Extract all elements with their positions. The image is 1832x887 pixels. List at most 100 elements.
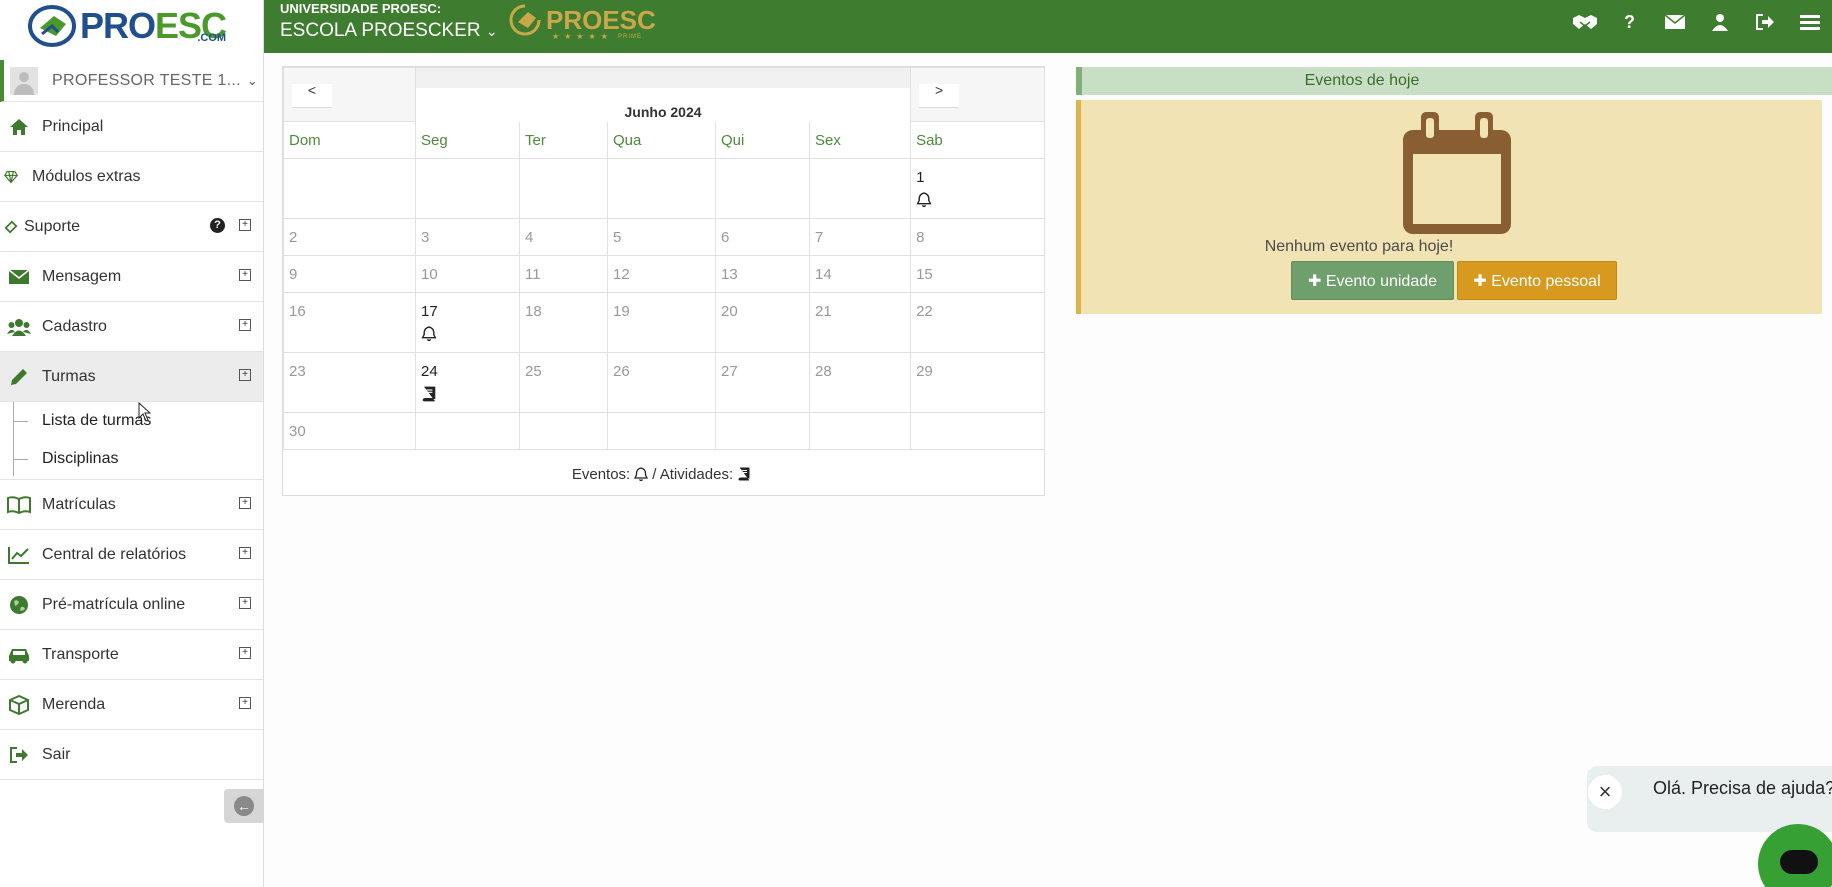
calendar-empty-cell [715, 158, 810, 219]
month-title-cell: Junho 2024 [414, 67, 912, 122]
help-icon[interactable]: ? [1607, 12, 1652, 33]
calendar-icon [1403, 112, 1511, 234]
sidebar-item-transporte[interactable]: Transporte + [0, 630, 263, 680]
menu-icon[interactable] [1787, 14, 1832, 30]
calendar-day[interactable]: 1 [910, 158, 1046, 219]
calendar-day[interactable]: 12 [607, 255, 716, 293]
sidebar-item-matriculas[interactable]: Matrículas + [0, 480, 263, 530]
chat-launcher-button[interactable] [1758, 824, 1832, 887]
user-menu[interactable]: PROFESSOR TESTE 1... ⌄ [0, 60, 263, 102]
weekday: Sab [910, 121, 1046, 159]
chat-close-button[interactable]: × [1588, 775, 1622, 809]
calendar-empty-cell [415, 158, 520, 219]
logout-icon [6, 746, 32, 764]
sidebar-item-mensagem[interactable]: Mensagem + [0, 252, 263, 302]
sidebar-item-turmas[interactable]: Turmas + [0, 352, 263, 402]
calendar-week: 30 [283, 412, 1046, 450]
day-number: 16 [289, 303, 306, 320]
expand-icon[interactable]: + [239, 269, 251, 281]
calendar-day[interactable]: 26 [607, 352, 716, 413]
calendar-day[interactable]: 4 [519, 218, 608, 256]
month-title: Junho 2024 [416, 88, 911, 122]
calendar-day[interactable]: 5 [607, 218, 716, 256]
sidebar-item-label: Suporte [24, 217, 81, 235]
calendar-day[interactable]: 13 [715, 255, 810, 293]
add-personal-event-button[interactable]: ✚ Evento pessoal [1457, 261, 1617, 300]
envelope-icon[interactable] [1652, 14, 1697, 30]
book-icon [738, 467, 750, 481]
mouse-cursor-icon [138, 402, 152, 422]
calendar-day[interactable]: 7 [808, 218, 912, 256]
calendar-day[interactable]: 21 [808, 292, 912, 353]
chat-prompt[interactable]: Olá. Precisa de ajuda? [1587, 766, 1832, 832]
calendar-header: < Junho 2024 > [283, 67, 1046, 122]
calendar-day[interactable]: 20 [715, 292, 810, 353]
calendar-day[interactable]: 10 [415, 255, 520, 293]
handshake-icon[interactable] [1562, 13, 1607, 31]
expand-icon[interactable]: + [239, 547, 251, 559]
day-number: 20 [721, 303, 738, 320]
day-number: 2 [289, 229, 298, 246]
calendar-day[interactable]: 11 [519, 255, 608, 293]
calendar-day[interactable]: 24 [415, 352, 520, 413]
calendar-day[interactable]: 28 [808, 352, 912, 413]
weekday: Qua [607, 121, 716, 159]
calendar-day[interactable]: 8 [910, 218, 1046, 256]
calendar-day[interactable]: 23 [283, 352, 416, 413]
chevron-down-icon: ⌄ [485, 23, 498, 39]
sidebar-item-merenda[interactable]: Merenda + [0, 680, 263, 730]
expand-icon[interactable]: + [239, 219, 251, 231]
calendar-day[interactable]: 22 [910, 292, 1046, 353]
logout-icon[interactable] [1742, 13, 1787, 31]
calendar-empty-cell [808, 412, 912, 450]
calendar-day[interactable]: 9 [283, 255, 416, 293]
day-number: 11 [525, 266, 541, 283]
calendar-day[interactable]: 3 [415, 218, 520, 256]
expand-icon[interactable]: + [239, 697, 251, 709]
sidebar-item-principal[interactable]: Principal [0, 102, 263, 152]
expand-icon[interactable]: + [239, 597, 251, 609]
calendar-day[interactable]: 29 [910, 352, 1046, 413]
day-number: 13 [721, 266, 738, 283]
calendar-day[interactable]: 14 [808, 255, 912, 293]
calendar-day[interactable]: 27 [715, 352, 810, 413]
sub-item-lista-de-turmas[interactable]: Lista de turmas [0, 402, 263, 440]
collapse-sidebar-button[interactable]: ← [224, 789, 264, 823]
calendar-empty-cell [519, 412, 608, 450]
sidebar-item-label: Principal [42, 117, 104, 135]
user-icon[interactable] [1697, 13, 1742, 31]
calendar-day[interactable]: 17 [415, 292, 520, 353]
calendar-day[interactable]: 18 [519, 292, 608, 353]
book-icon [422, 386, 436, 402]
calendar-day[interactable]: 15 [910, 255, 1046, 293]
logo-mark-icon [28, 5, 76, 47]
calendar-empty-cell [715, 412, 810, 450]
expand-icon[interactable]: + [239, 369, 251, 381]
calendar-day[interactable]: 30 [283, 412, 416, 450]
sidebar-item-cadastro[interactable]: Cadastro + [0, 302, 263, 352]
calendar-day[interactable]: 25 [519, 352, 608, 413]
calendar-day[interactable]: 6 [715, 218, 810, 256]
chevron-down-icon: ⌄ [246, 72, 258, 88]
calendar-day[interactable]: 19 [607, 292, 716, 353]
sidebar-item-suporte[interactable]: Suporte ? + [0, 202, 263, 252]
day-number: 30 [289, 423, 306, 440]
add-unit-event-button[interactable]: ✚ Evento unidade [1291, 261, 1454, 300]
sidebar-item-modulos-extras[interactable]: Módulos extras [0, 152, 263, 202]
sidebar-item-label: Matrículas [42, 495, 116, 513]
expand-icon[interactable]: + [239, 319, 251, 331]
help-icon[interactable]: ? [210, 218, 225, 233]
proesc-logo[interactable]: PROESC .COM [0, 0, 263, 52]
calendar-day[interactable]: 2 [283, 218, 416, 256]
next-month-button[interactable]: > [919, 83, 960, 108]
prev-month-button[interactable]: < [292, 83, 332, 108]
expand-icon[interactable]: + [239, 497, 251, 509]
sidebar-item-pre-matricula-online[interactable]: Pré-matrícula online + [0, 580, 263, 630]
sidebar-item-central-de-relatorios[interactable]: Central de relatórios + [0, 530, 263, 580]
school-selector[interactable]: ESCOLA PROESCKER ⌄ [280, 20, 498, 42]
expand-icon[interactable]: + [239, 647, 251, 659]
sub-item-disciplinas[interactable]: Disciplinas [0, 440, 263, 478]
proesc-prime-logo: PROESC ★★★★★ PRIME [508, 4, 656, 41]
sidebar-item-sair[interactable]: Sair [0, 730, 263, 780]
calendar-day[interactable]: 16 [283, 292, 416, 353]
